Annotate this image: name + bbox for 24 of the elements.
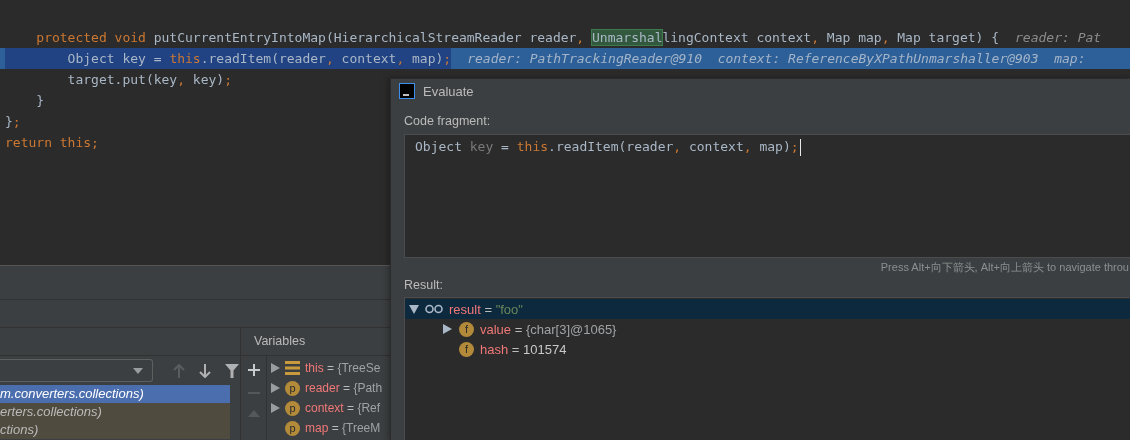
code-line: } [35,92,45,110]
variable-entry: reader = {Path [305,381,383,395]
variable-entry: context = {Ref [305,401,381,415]
field-label: Code fragment: [403,114,492,130]
field-icon: f [459,341,474,357]
code-line: target.put(key, key); [66,71,232,89]
field-label: Result: [403,278,444,294]
code-line: return this; [5,134,99,152]
parameter-icon: p [285,380,300,396]
result-entry: value = {char[3]@1065} [480,321,617,337]
dialog-title: Evaluate [423,83,474,99]
variable-entry: this = {TreeSe [305,361,381,375]
inline-value-hint: reader: PathTrackingReader@910 context: ReferenceByXPathUnmarshaller@903 map: [467,50,1086,68]
code-line: }; [5,113,21,131]
result-entry: hash = 101574 [480,341,567,357]
parameter-icon: p [285,420,300,436]
parameter-icon: p [285,400,300,416]
variable-entry: map = {TreeM [305,421,381,435]
navigation-hint: Press Alt+向下箭头, Alt+向上箭头 to navigate throu [880,260,1129,275]
panel-title: Variables [254,334,306,348]
result-entry: result = "foo" [449,301,523,317]
inline-value-hint: reader: Pat [1015,29,1102,47]
code-line: protected void putCurrentEntryIntoMap(HierarchicalStreamReader reader, UnmarshallingContext context, Map map, Map target) { [35,29,1000,47]
field-icon: f [459,321,474,337]
